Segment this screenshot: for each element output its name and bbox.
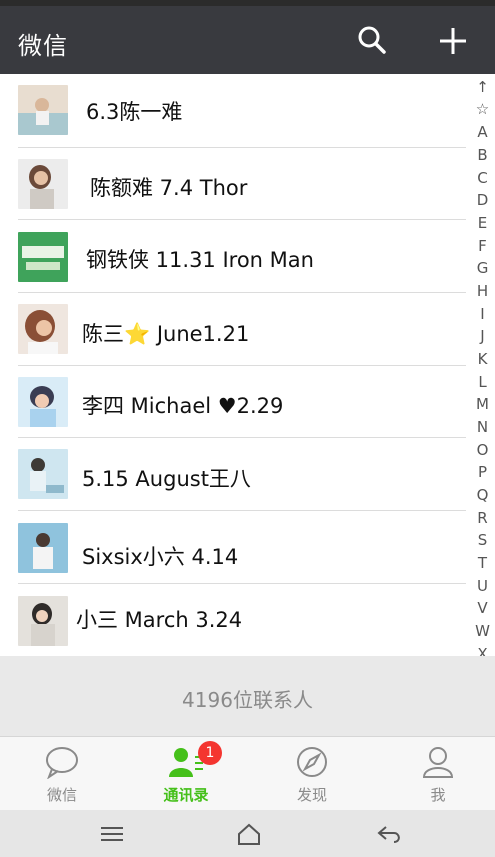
avatar xyxy=(18,596,68,646)
index-letter[interactable]: U xyxy=(470,575,495,597)
tab-discover[interactable]: 发现 xyxy=(250,737,374,811)
tab-label: 通讯录 xyxy=(163,786,209,804)
contact-row[interactable]: 陈三⭐ June1.21 xyxy=(0,293,466,366)
tab-label: 我 xyxy=(430,786,446,804)
index-letter[interactable]: H xyxy=(470,280,495,302)
tab-me[interactable]: 我 xyxy=(376,737,495,811)
add-icon[interactable] xyxy=(436,24,470,58)
bottom-tab-bar: 微信 通讯录 发现 我 1 xyxy=(0,736,495,810)
contact-count-footer: 4196位联系人 xyxy=(0,656,495,736)
index-letter[interactable]: J xyxy=(470,325,495,347)
contact-name: 钢铁侠 11.31 Iron Man xyxy=(86,248,314,272)
index-letter[interactable]: B xyxy=(470,144,495,166)
contact-row[interactable]: 小三 March 3.24 xyxy=(0,584,466,656)
contact-name: 陈额难 7.4 Thor xyxy=(90,176,248,200)
contact-name: 小三 March 3.24 xyxy=(76,608,243,632)
contact-name: 5.15 August王八 xyxy=(82,467,251,491)
index-letter[interactable]: I xyxy=(470,303,495,325)
contact-row[interactable]: 李四 Michael ♥2.29 xyxy=(0,366,466,438)
index-letter[interactable]: S xyxy=(470,529,495,551)
tab-contacts[interactable]: 通讯录 xyxy=(124,737,248,811)
index-letter[interactable]: D xyxy=(470,189,495,211)
avatar xyxy=(18,304,68,354)
index-letter[interactable]: ↑ xyxy=(470,76,495,98)
index-letter[interactable]: F xyxy=(470,235,495,257)
index-letter[interactable]: P xyxy=(470,461,495,483)
avatar xyxy=(18,377,68,427)
alphabet-index[interactable]: ↑ ☆ A B C D E F G H I J K L M N O P Q R … xyxy=(470,76,495,736)
avatar xyxy=(18,85,68,135)
top-bar: 微信 xyxy=(0,6,495,74)
back-icon[interactable] xyxy=(376,822,404,846)
app-title: 微信 xyxy=(18,32,68,60)
index-letter[interactable]: ☆ xyxy=(470,98,495,120)
contact-name: Sixsix小六 4.14 xyxy=(82,545,239,569)
contact-row[interactable]: 陈额难 7.4 Thor xyxy=(0,148,466,220)
index-letter[interactable]: Q xyxy=(470,484,495,506)
index-letter[interactable]: C xyxy=(470,167,495,189)
index-letter[interactable]: A xyxy=(470,121,495,143)
avatar xyxy=(18,159,68,209)
compass-icon xyxy=(294,745,330,779)
search-icon[interactable] xyxy=(356,24,388,56)
index-letter[interactable]: N xyxy=(470,416,495,438)
index-letter[interactable]: M xyxy=(470,393,495,415)
contact-row[interactable]: 钢铁侠 11.31 Iron Man xyxy=(0,220,466,293)
index-letter[interactable]: R xyxy=(470,507,495,529)
notification-badge: 1 xyxy=(198,741,222,765)
contact-row[interactable]: 5.15 August王八 xyxy=(0,438,466,511)
contact-name: 6.3陈一难 xyxy=(86,100,183,124)
tab-label: 发现 xyxy=(296,786,327,804)
contact-count: 4196位联系人 xyxy=(182,688,313,712)
index-letter[interactable]: T xyxy=(470,552,495,574)
contact-list[interactable]: 6.3陈一难 陈额难 7.4 Thor 钢铁侠 11.31 Iron Man 陈… xyxy=(0,74,466,656)
index-letter[interactable]: O xyxy=(470,439,495,461)
index-letter[interactable]: K xyxy=(470,348,495,370)
menu-icon[interactable] xyxy=(98,822,126,846)
home-icon[interactable] xyxy=(235,822,263,846)
person-icon xyxy=(420,745,456,779)
avatar xyxy=(18,523,68,573)
index-letter[interactable]: G xyxy=(470,257,495,279)
avatar xyxy=(18,232,68,282)
system-nav-bar xyxy=(0,810,495,857)
chat-bubble-icon xyxy=(44,745,80,780)
contact-row[interactable]: Sixsix小六 4.14 xyxy=(0,511,466,584)
contact-name: 李四 Michael ♥2.29 xyxy=(82,394,284,418)
index-letter[interactable]: E xyxy=(470,212,495,234)
index-letter[interactable]: L xyxy=(470,371,495,393)
contact-row[interactable]: 6.3陈一难 xyxy=(0,74,466,148)
index-letter[interactable]: V xyxy=(470,597,495,619)
contact-name: 陈三⭐ June1.21 xyxy=(82,322,250,346)
index-letter[interactable]: W xyxy=(470,620,495,642)
avatar xyxy=(18,449,68,499)
tab-label: 微信 xyxy=(46,786,77,804)
tab-chats[interactable]: 微信 xyxy=(0,737,124,811)
